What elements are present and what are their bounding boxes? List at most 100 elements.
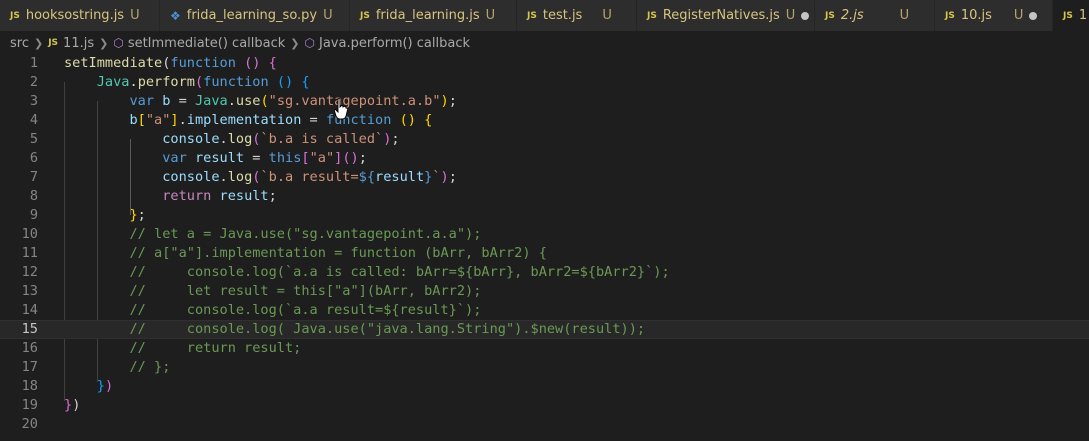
git-status-badge: U bbox=[130, 8, 140, 23]
line-number: 20 bbox=[21, 416, 38, 432]
js-file-icon: JS bbox=[527, 10, 537, 21]
code-token: console bbox=[162, 169, 220, 185]
tab-2[interactable]: JS frida_learning.js U bbox=[350, 0, 517, 31]
code-line[interactable]: 13 // let result = this["a"](bArr, bArr2… bbox=[0, 282, 1089, 301]
line-number: 19 bbox=[21, 397, 38, 413]
code-token: ) bbox=[440, 169, 449, 185]
code-text: }) bbox=[64, 377, 113, 396]
code-line[interactable]: 20 bbox=[0, 415, 1089, 434]
code-text: return result; bbox=[64, 187, 277, 206]
code-text: // let result = this["a"](bArr, bArr2); bbox=[64, 282, 481, 301]
breadcrumb-symbol-java-perform[interactable]: Java.perform() callback bbox=[319, 36, 470, 51]
code-line[interactable]: 5 console.log(`b.a is called`); bbox=[0, 130, 1089, 149]
breadcrumb: src ❯ JS 11.js ❯ ⬡ setImmediate() callba… bbox=[0, 31, 1089, 55]
line-number: 9 bbox=[29, 207, 38, 223]
line-number: 12 bbox=[21, 264, 38, 280]
code-text: // let a = Java.use("sg.vantagepoint.a.a… bbox=[64, 225, 481, 244]
code-line[interactable]: 8 return result; bbox=[0, 187, 1089, 206]
code-token: // let result = this["a"](bArr, bArr2); bbox=[129, 283, 482, 299]
js-file-icon: JS bbox=[10, 10, 20, 21]
code-line[interactable]: 19}) bbox=[0, 396, 1089, 415]
tab-0[interactable]: JS hooksostring.js U bbox=[0, 0, 160, 31]
code-line[interactable]: 7 console.log(`b.a result=${result}`); bbox=[0, 168, 1089, 187]
code-token: = bbox=[301, 112, 326, 128]
tab-3[interactable]: JS test.js U bbox=[517, 0, 637, 31]
code-token: } bbox=[96, 378, 105, 394]
code-line[interactable]: 3 var b = Java.use("sg.vantagepoint.a.b"… bbox=[0, 92, 1089, 111]
js-file-icon: JS bbox=[48, 38, 59, 48]
tab-label: hooksostring.js bbox=[25, 8, 125, 23]
code-text: var result = this["a"](); bbox=[64, 149, 367, 168]
code-text: console.log(`b.a result=${result}`); bbox=[64, 168, 457, 187]
code-token: log bbox=[227, 131, 253, 147]
code-token: () bbox=[342, 150, 359, 166]
tab-5[interactable]: JS 2.js U bbox=[815, 0, 935, 31]
code-line[interactable]: 1 setImmediate(function () { bbox=[0, 54, 1089, 73]
code-token: = bbox=[170, 93, 195, 109]
code-token: ] bbox=[170, 112, 179, 128]
line-number: 17 bbox=[21, 359, 38, 375]
symbol-method-icon: ⬡ bbox=[113, 36, 124, 50]
code-token: var bbox=[129, 93, 155, 109]
line-number: 14 bbox=[21, 302, 38, 318]
unsaved-dot-icon[interactable] bbox=[801, 11, 810, 20]
line-number: 3 bbox=[29, 93, 38, 109]
code-line[interactable]: 2 Java.perform(function () { bbox=[0, 73, 1089, 92]
unsaved-dot-icon[interactable] bbox=[1029, 11, 1038, 20]
code-editor[interactable]: 1 setImmediate(function () {2 Java.perfor… bbox=[0, 54, 1089, 441]
tab-label: 2.js bbox=[840, 8, 864, 23]
line-number: 8 bbox=[29, 188, 38, 204]
chevron-right-icon: ❯ bbox=[99, 36, 109, 50]
chevron-right-icon: ❯ bbox=[33, 36, 44, 50]
code-line[interactable]: 12 // console.log(`a.a is called: bArr=$… bbox=[0, 263, 1089, 282]
code-token: // console.log(`a.a result=${result}`); bbox=[129, 302, 482, 318]
code-line[interactable]: 14 // console.log(`a.a result=${result}`… bbox=[0, 301, 1089, 320]
code-token: return bbox=[162, 188, 212, 204]
code-text: // return result; bbox=[64, 339, 301, 358]
git-status-badge: U bbox=[899, 8, 910, 23]
code-text: // console.log( Java.use("java.lang.Stri… bbox=[64, 321, 645, 338]
tab-bar: JS hooksostring.js U ❖ frida_learning_so.py U… bbox=[0, 0, 1089, 31]
code-token: var bbox=[162, 150, 187, 166]
code-text: setImmediate(function () { bbox=[64, 54, 277, 73]
code-line[interactable]: 15 // console.log( Java.use("java.lang.S… bbox=[0, 320, 1089, 339]
tab-6[interactable]: JS 10.js U bbox=[935, 0, 1053, 31]
js-file-icon: JS bbox=[647, 10, 657, 21]
code-line[interactable]: 6 var result = this["a"](); bbox=[0, 149, 1089, 168]
code-line[interactable]: 18 }) bbox=[0, 377, 1089, 396]
tab-4[interactable]: JS RegisterNatives.js U bbox=[637, 0, 815, 31]
code-line[interactable]: 4 b["a"].implementation = function () { bbox=[0, 111, 1089, 130]
js-file-icon: JS bbox=[825, 10, 835, 21]
line-number: 2 bbox=[29, 74, 38, 90]
code-line[interactable]: 11 // a["a"].implementation = function (… bbox=[0, 244, 1089, 263]
line-number: 15 bbox=[21, 321, 38, 337]
code-line[interactable]: 9 }; bbox=[0, 206, 1089, 225]
code-token: } bbox=[64, 397, 73, 413]
line-number: 7 bbox=[29, 169, 38, 185]
code-token: { bbox=[268, 55, 277, 71]
code-line[interactable]: 10 // let a = Java.use("sg.vantagepoint.… bbox=[0, 225, 1089, 244]
breadcrumb-file[interactable]: 11.js bbox=[63, 36, 94, 51]
js-file-icon: JS bbox=[945, 10, 955, 21]
code-token: // let a = Java.use("sg.vantagepoint.a.a… bbox=[129, 226, 482, 242]
code-text: // console.log(`a.a result=${result}`); bbox=[64, 301, 481, 320]
code-line[interactable]: 17 // }; bbox=[0, 358, 1089, 377]
code-text: }) bbox=[64, 396, 80, 415]
tab-1[interactable]: ❖ frida_learning_so.py U bbox=[160, 0, 350, 31]
git-status-badge: U bbox=[785, 8, 796, 23]
code-token: function bbox=[170, 55, 236, 71]
breadcrumb-folder[interactable]: src bbox=[10, 36, 29, 51]
code-token: perform bbox=[137, 74, 195, 90]
js-file-icon: JS bbox=[360, 10, 370, 21]
breadcrumb-symbol-setimmediate[interactable]: setImmediate() callback bbox=[128, 36, 285, 51]
code-line[interactable]: 16 // return result; bbox=[0, 339, 1089, 358]
code-token: ) bbox=[440, 93, 449, 109]
tab-7[interactable]: JS 1 bbox=[1053, 0, 1089, 31]
line-number: 13 bbox=[21, 283, 38, 299]
